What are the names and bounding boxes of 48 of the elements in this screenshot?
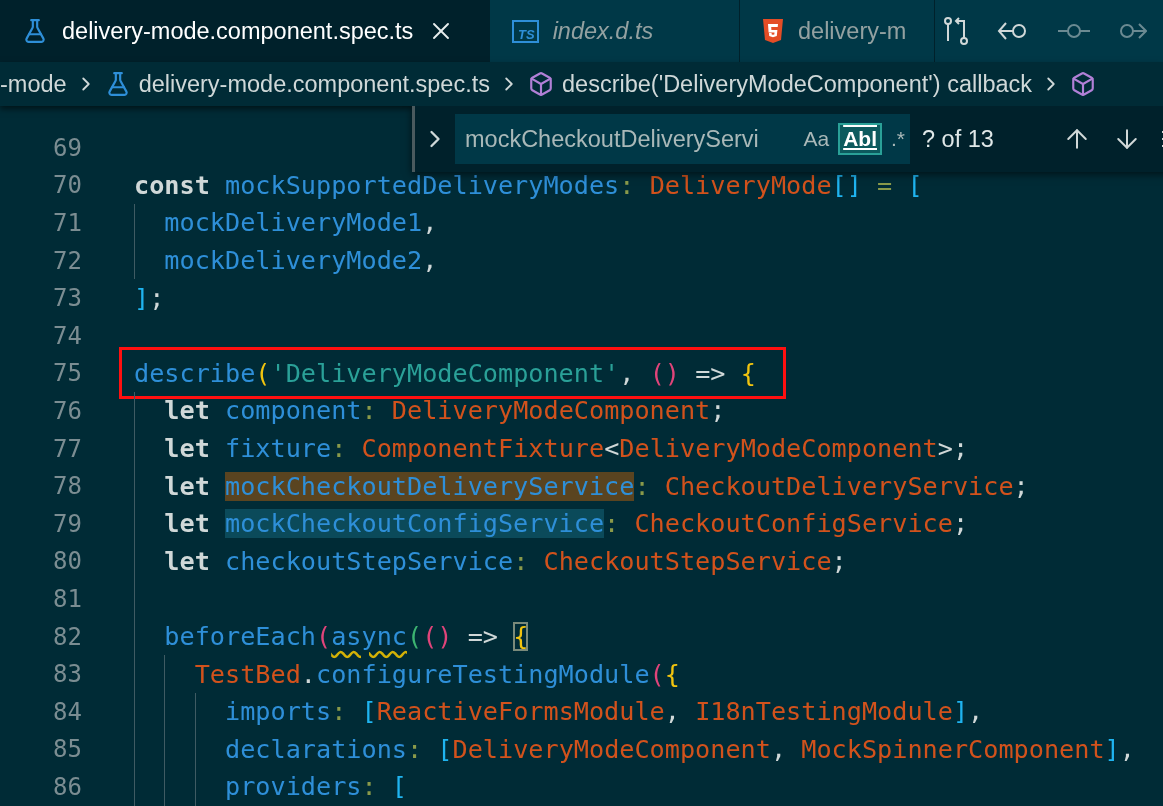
code-line: beforeEach(async(() => { xyxy=(163,622,529,651)
match-count: ? of 13 xyxy=(922,125,995,153)
code-line: mockDeliveryMode1, xyxy=(163,208,438,238)
find-option-toggle[interactable]: Aa xyxy=(798,123,835,155)
line-number: 81 xyxy=(52,584,82,613)
code-line: describe('DeliveryModeComponent', () => { xyxy=(134,358,756,388)
flask-icon xyxy=(22,18,48,44)
line-number: 80 xyxy=(52,547,82,576)
line-number: 70 xyxy=(52,171,82,200)
code-line: let component: DeliveryModeComponent; xyxy=(163,396,726,426)
line-number: 78 xyxy=(52,472,82,501)
line-number: 73 xyxy=(52,284,82,313)
line-number: 82 xyxy=(52,622,82,651)
find-option-toggle[interactable]: Abl xyxy=(838,123,882,155)
line-number: 85 xyxy=(52,735,82,764)
line-number: 69 xyxy=(52,133,82,162)
line-number: 77 xyxy=(52,434,82,463)
line-number: 72 xyxy=(52,246,82,275)
line-number: 83 xyxy=(52,660,82,689)
line-number: 76 xyxy=(52,396,82,425)
breadcrumb-item[interactable]: -mode xyxy=(0,70,67,98)
code-line: ]; xyxy=(134,283,165,313)
code-line: let mockCheckoutConfigService: CheckoutConfigService; xyxy=(163,509,969,539)
code-line: let checkoutStepService: CheckoutStepService; xyxy=(163,546,847,576)
typescript-file-icon: TS xyxy=(512,19,539,43)
line-number: 74 xyxy=(52,321,82,350)
line-number: 86 xyxy=(52,772,82,801)
find-input[interactable]: mockCheckoutDeliveryServi Aa Abl .* xyxy=(455,114,910,164)
find-option-toggle[interactable]: .* xyxy=(886,123,910,155)
html-file-icon xyxy=(762,18,784,44)
line-number: 84 xyxy=(52,697,82,726)
line-number: 71 xyxy=(52,209,82,237)
cube-icon xyxy=(528,71,554,97)
code-line: let mockCheckoutDeliveryService: CheckoutDeliveryService; xyxy=(163,471,1029,501)
code-line: let fixture: ComponentFixture<DeliveryModeComponent>; xyxy=(163,434,969,464)
code-line: mockDeliveryMode2, xyxy=(163,246,438,276)
code-line: imports: [ReactiveFormsModule, I18nTestingModule], xyxy=(224,697,984,727)
compare-changes-icon[interactable] xyxy=(941,15,971,47)
breadcrumb-item[interactable]: delivery-mode.component.spec.ts xyxy=(138,70,490,98)
cube-icon xyxy=(1070,71,1097,97)
editor-tab[interactable]: delivery-mode.component.spec.ts xyxy=(0,0,490,62)
breadcrumb-item[interactable]: describe('DeliveryModeComponent') callback xyxy=(562,70,1033,98)
line-number: 75 xyxy=(52,359,82,388)
code-line: const mockSupportedDeliveryModes: DeliveryMode[] = [ xyxy=(134,170,923,200)
line-number: 79 xyxy=(52,509,82,538)
code-line: declarations: [DeliveryModeComponent, MockSpinnerComponent], xyxy=(224,734,1135,764)
code-line: providers: [ xyxy=(224,772,407,802)
code-line: TestBed.configureTestingModule({ xyxy=(193,659,680,689)
